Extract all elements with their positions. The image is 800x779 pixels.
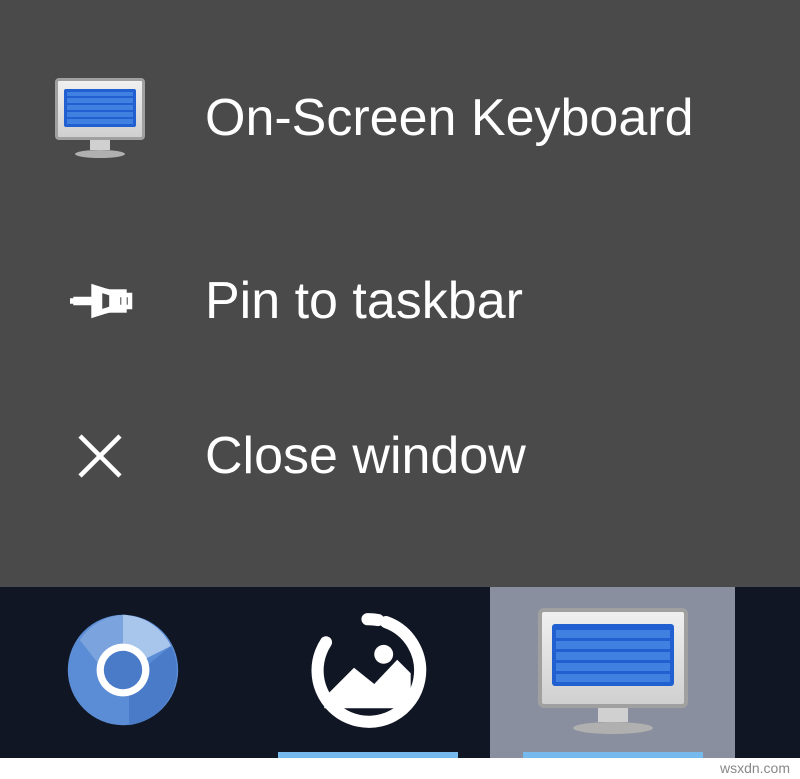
- taskbar: [0, 587, 800, 758]
- menu-item-label: Close window: [205, 426, 526, 486]
- photos-icon: [300, 603, 435, 743]
- taskbar-context-menu: On-Screen Keyboard Pin to taskbar Close …: [0, 0, 800, 587]
- menu-item-on-screen-keyboard[interactable]: On-Screen Keyboard: [0, 40, 800, 195]
- menu-item-close-window[interactable]: Close window: [0, 378, 800, 533]
- taskbar-item-chromium[interactable]: [0, 587, 245, 758]
- menu-separator: [0, 195, 800, 223]
- osk-icon: [50, 68, 150, 168]
- watermark: wsxdn.com: [0, 758, 800, 779]
- chromium-icon: [63, 610, 183, 735]
- menu-item-pin-to-taskbar[interactable]: Pin to taskbar: [0, 223, 800, 378]
- osk-icon: [538, 608, 688, 738]
- taskbar-item-on-screen-keyboard[interactable]: [490, 587, 735, 758]
- close-icon: [50, 406, 150, 506]
- menu-item-label: Pin to taskbar: [205, 271, 523, 331]
- taskbar-item-photos[interactable]: [245, 587, 490, 758]
- menu-item-label: On-Screen Keyboard: [205, 88, 694, 148]
- pin-icon: [50, 251, 150, 351]
